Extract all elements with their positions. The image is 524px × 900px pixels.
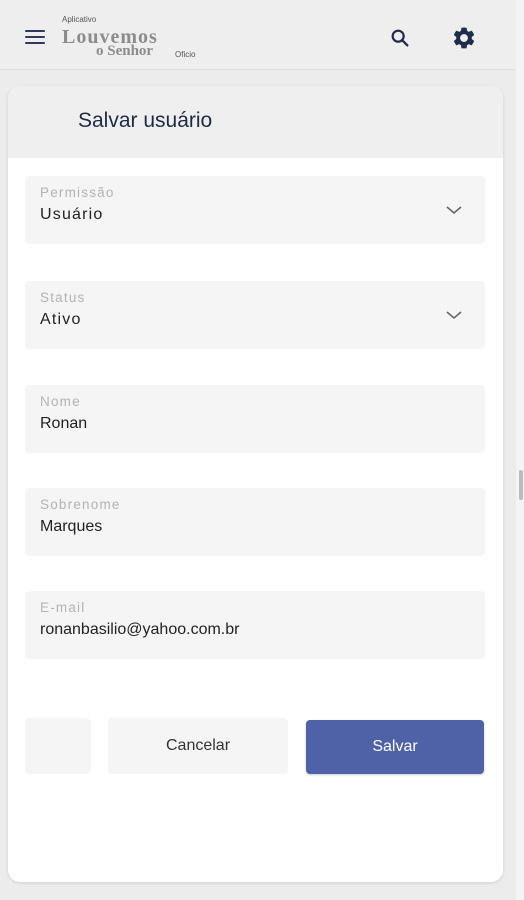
logo-bottom-text: Oficio — [175, 50, 196, 59]
permission-select[interactable]: Permissão Usuário — [25, 176, 485, 244]
logo-top-text: Aplicativo — [62, 15, 97, 24]
email-label: E-mail — [40, 600, 86, 615]
menu-icon[interactable] — [22, 26, 50, 52]
permission-value: Usuário — [40, 206, 104, 223]
permission-label: Permissão — [40, 185, 115, 200]
card-header: Salvar usuário — [8, 86, 503, 158]
app-bar: Aplicativo Louvemos o Senhor Oficio — [0, 0, 516, 70]
status-label: Status — [40, 290, 86, 305]
save-button[interactable]: Salvar — [306, 720, 484, 774]
cancel-button[interactable]: Cancelar — [108, 718, 288, 774]
status-select[interactable]: Status Ativo — [25, 281, 485, 349]
blank-button[interactable] — [25, 718, 91, 774]
logo-sub-text: o Senhor — [96, 43, 154, 59]
chevron-down-icon — [446, 311, 462, 320]
last-name-value[interactable]: Marques — [40, 518, 102, 536]
last-name-field[interactable]: Sobrenome Marques — [25, 488, 485, 556]
first-name-value[interactable]: Ronan — [40, 415, 87, 433]
last-name-label: Sobrenome — [40, 497, 121, 512]
email-field[interactable]: E-mail ronanbasilio@yahoo.com.br — [25, 591, 485, 659]
save-user-card: Salvar usuário Permissão Usuário Status … — [8, 86, 503, 882]
status-value: Ativo — [40, 311, 82, 328]
first-name-label: Nome — [40, 394, 81, 409]
scrollbar-thumb[interactable] — [519, 470, 523, 500]
page-title: Salvar usuário — [78, 109, 213, 132]
gear-icon[interactable] — [450, 24, 478, 52]
chevron-down-icon — [446, 206, 462, 215]
first-name-field[interactable]: Nome Ronan — [25, 385, 485, 453]
scrollbar-track[interactable] — [516, 0, 524, 900]
app-logo: Aplicativo Louvemos o Senhor Oficio — [60, 12, 220, 64]
search-icon[interactable] — [386, 24, 414, 52]
email-value[interactable]: ronanbasilio@yahoo.com.br — [40, 621, 239, 639]
